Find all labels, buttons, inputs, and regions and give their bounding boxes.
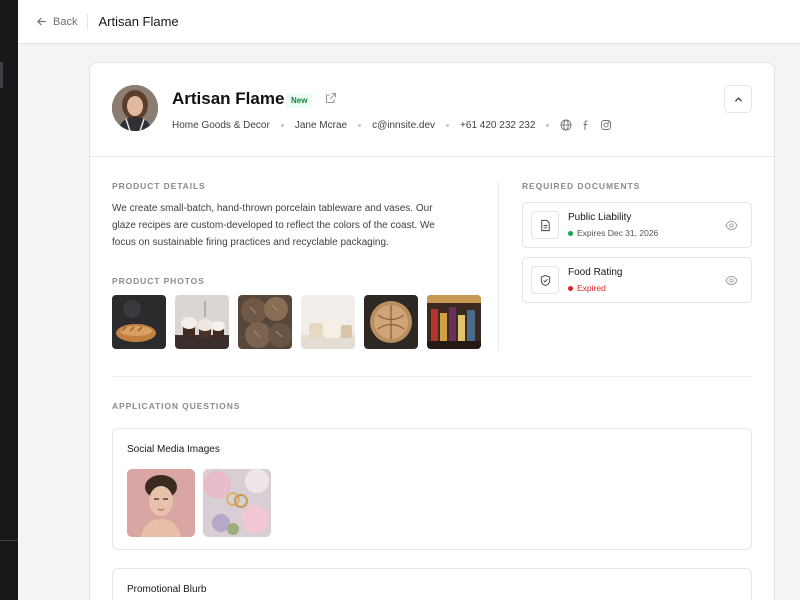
- contact-phone[interactable]: +61 420 232 232: [460, 120, 535, 131]
- topbar-separator: [87, 13, 89, 30]
- facebook-icon[interactable]: [580, 119, 592, 131]
- document-icon: [540, 219, 550, 231]
- status-dot: [568, 230, 573, 236]
- question-title: Promotional Blurb: [127, 584, 207, 595]
- globe-icon[interactable]: [560, 119, 572, 131]
- product-photo-cupcakes[interactable]: [175, 295, 229, 349]
- social-image-flowers-rings[interactable]: [203, 469, 271, 537]
- document-item-food-rating[interactable]: Food Rating Expired: [522, 257, 752, 303]
- chevron-up-icon: [734, 96, 742, 102]
- back-button[interactable]: Back: [36, 16, 77, 28]
- vendor-header: Artisan Flame New Home Goods & Decor Jan…: [90, 63, 774, 157]
- app-sidebar-edge: [0, 0, 18, 600]
- page-title: Artisan Flame: [98, 14, 179, 29]
- instagram-icon[interactable]: [600, 119, 612, 131]
- document-status-text: Expires Dec 31, 2026: [577, 228, 659, 238]
- meta-dot: [446, 123, 450, 127]
- product-details-label: PRODUCT DETAILS: [112, 181, 206, 191]
- vendor-card: Artisan Flame New Home Goods & Decor Jan…: [89, 62, 775, 600]
- document-name: Food Rating: [568, 267, 623, 278]
- document-icon-box: [531, 266, 559, 294]
- column-divider: [498, 181, 499, 351]
- status-dot: [568, 285, 573, 291]
- product-photo-ceramic-cups[interactable]: [301, 295, 355, 349]
- question-card-social-media-images: Social Media Images: [112, 428, 752, 550]
- vendor-name: Artisan Flame: [172, 89, 285, 108]
- sidebar-marker: [0, 62, 3, 88]
- contact-email[interactable]: c@innsite.dev: [372, 120, 435, 131]
- shield-check-icon: [540, 274, 550, 286]
- document-status-text: Expired: [577, 283, 606, 293]
- product-photo-bottles[interactable]: [427, 295, 481, 349]
- question-title: Social Media Images: [127, 444, 220, 455]
- document-status: Expires Dec 31, 2026: [568, 228, 658, 238]
- back-label: Back: [53, 15, 78, 28]
- document-status: Expired: [568, 283, 606, 293]
- product-photo-gallery: [112, 295, 481, 349]
- product-details-text: We create small-batch, hand-thrown porce…: [112, 203, 435, 248]
- external-link-icon[interactable]: [325, 92, 337, 104]
- product-photo-round-bread[interactable]: [364, 295, 418, 349]
- avatar: [112, 85, 158, 131]
- vendor-category: Home Goods & Decor: [172, 119, 270, 131]
- section-divider: [112, 376, 752, 377]
- arrow-left-icon: [37, 17, 46, 26]
- meta-dot: [358, 123, 362, 127]
- product-photo-cookies[interactable]: [238, 295, 292, 349]
- collapse-button[interactable]: [724, 85, 752, 113]
- required-documents-label: REQUIRED DOCUMENTS: [522, 181, 641, 191]
- application-questions-label: APPLICATION QUESTIONS: [112, 401, 241, 411]
- product-photo-bread-loaves[interactable]: [112, 295, 166, 349]
- contact-name: Jane Mcrae: [294, 119, 348, 131]
- document-item-public-liability[interactable]: Public Liability Expires Dec 31, 2026: [522, 202, 752, 248]
- document-name: Public Liability: [568, 212, 632, 223]
- social-image-portrait[interactable]: [127, 469, 195, 537]
- social-links: [560, 119, 612, 131]
- sidebar-divider: [0, 540, 18, 541]
- status-badge: New: [286, 93, 313, 108]
- question-card-promotional-blurb: Promotional Blurb: [112, 568, 752, 600]
- top-bar: Back Artisan Flame: [18, 0, 800, 44]
- meta-dot: [280, 123, 284, 127]
- eye-icon[interactable]: [725, 219, 738, 232]
- product-photos-label: PRODUCT PHOTOS: [112, 276, 205, 286]
- meta-dot: [546, 123, 550, 127]
- vendor-meta: Home Goods & Decor Jane Mcrae c@innsite.…: [172, 119, 612, 131]
- eye-icon[interactable]: [725, 274, 738, 287]
- document-icon-box: [531, 211, 559, 239]
